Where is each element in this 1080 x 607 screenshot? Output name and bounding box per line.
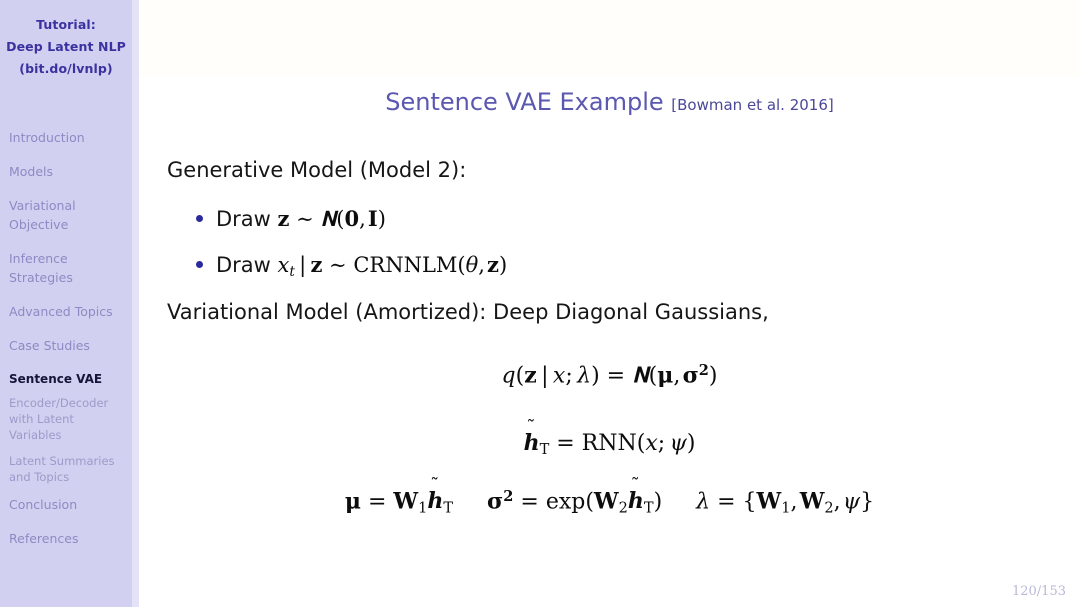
- sidebar-divider-strip: [132, 0, 139, 607]
- generative-model-heading: Generative Model (Model 2):: [167, 158, 467, 182]
- equation-params: μ = W1 ˜ hT σ2 = exp(W2 ˜ hT) λ = {W1, W2, ψ}: [344, 475, 875, 517]
- equation-encoder-rnn: ˜ hT = RNN(x; ψ): [523, 417, 696, 459]
- sidebar-nav: Introduction Models Variational Objectiv…: [0, 128, 132, 563]
- bullet-dot-icon: [196, 214, 203, 222]
- sidebar-item-latent-summaries-and-topics[interactable]: Latent Summaries and Topics: [0, 453, 132, 485]
- sidebar-item-variational-objective[interactable]: Variational Objective: [0, 196, 132, 234]
- sidebar-title-line-2: Deep Latent NLP: [6, 39, 126, 54]
- sidebar-item-introduction[interactable]: Introduction: [0, 128, 132, 147]
- bullet-1-expression: z ∼ 𝐍(0, I): [277, 206, 386, 231]
- sidebar-item-sentence-vae[interactable]: Sentence VAE: [0, 370, 132, 389]
- list-item: Draw z ∼ 𝐍(0, I): [196, 206, 386, 232]
- page-title-text: Sentence VAE Example: [385, 88, 664, 116]
- sidebar-tutorial-title: Tutorial: Deep Latent NLP (bit.do/lvnlp): [0, 14, 132, 80]
- variational-model-heading: Variational Model (Amortized): Deep Diag…: [167, 300, 769, 324]
- sidebar-item-encoder-decoder-with-latent-variables[interactable]: Encoder/Decoder with Latent Variables: [0, 395, 132, 443]
- bullet-1-lead: Draw: [216, 207, 271, 231]
- list-item: Draw xt | z ∼ CRNNLM(θ, z): [196, 252, 507, 280]
- sidebar-title-line-3: (bit.do/lvnlp): [19, 61, 113, 76]
- sidebar-title-line-1: Tutorial:: [36, 17, 96, 32]
- page-title: Sentence VAE Example [Bowman et al. 2016…: [139, 88, 1080, 116]
- sidebar-item-references[interactable]: References: [0, 529, 132, 548]
- slide-root: Tutorial: Deep Latent NLP (bit.do/lvnlp)…: [0, 0, 1080, 607]
- sidebar-item-case-studies[interactable]: Case Studies: [0, 336, 132, 355]
- sidebar-item-inference-strategies[interactable]: Inference Strategies: [0, 249, 132, 287]
- sidebar-item-models[interactable]: Models: [0, 162, 132, 181]
- page-title-citation: [Bowman et al. 2016]: [671, 96, 834, 114]
- bullet-2-expression: xt | z ∼ CRNNLM(θ, z): [277, 252, 508, 280]
- title-band: [139, 0, 1080, 76]
- bullet-2-lead: Draw: [216, 253, 271, 277]
- sidebar: Tutorial: Deep Latent NLP (bit.do/lvnlp)…: [0, 0, 132, 607]
- equation-posterior: q(z | x; λ) = 𝐍(μ, σ2): [501, 362, 718, 389]
- sidebar-item-conclusion[interactable]: Conclusion: [0, 495, 132, 514]
- page-number: 120/153: [1011, 584, 1066, 599]
- bullet-dot-icon: [196, 260, 203, 268]
- sidebar-item-advanced-topics[interactable]: Advanced Topics: [0, 302, 132, 321]
- slide-content: Sentence VAE Example [Bowman et al. 2016…: [139, 0, 1080, 607]
